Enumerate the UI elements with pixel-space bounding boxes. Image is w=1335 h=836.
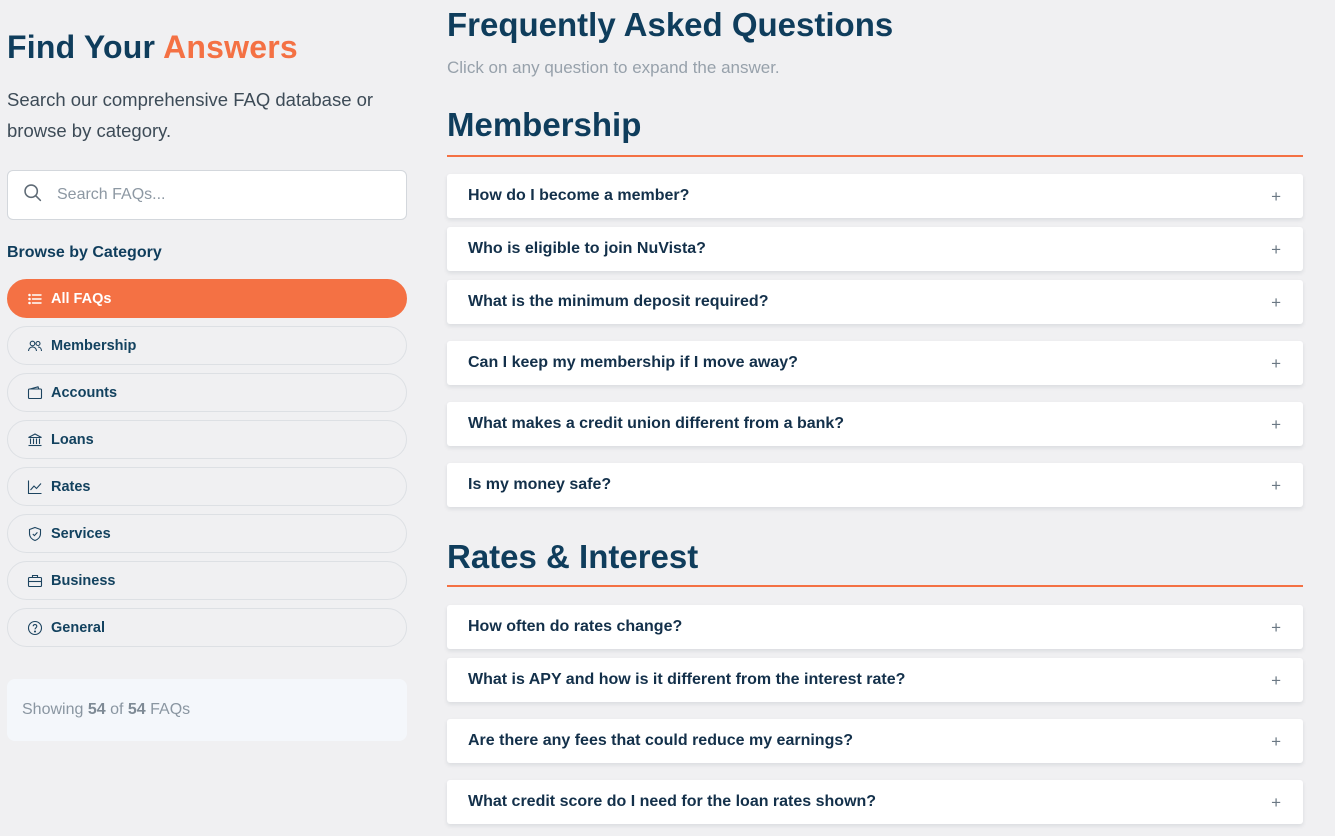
count-suffix: FAQs (150, 701, 191, 718)
search-box (7, 170, 407, 220)
question-text: How often do rates change? (468, 618, 683, 635)
category-membership[interactable]: Membership (7, 326, 407, 365)
faq-question[interactable]: Can I keep my membership if I move away?… (447, 341, 1303, 385)
count-shown: 54 (87, 701, 106, 718)
expand-plus-icon: + (1271, 617, 1281, 637)
search-icon (22, 182, 43, 208)
category-general[interactable]: General (7, 608, 407, 647)
trend-chart-icon (27, 479, 43, 495)
category-label: All FAQs (51, 290, 112, 307)
briefcase-icon (27, 573, 43, 589)
expand-plus-icon: + (1271, 353, 1281, 373)
category-label: Rates (51, 478, 91, 495)
category-business[interactable]: Business (7, 561, 407, 600)
expand-plus-icon: + (1271, 414, 1281, 434)
count-total: 54 (127, 701, 146, 718)
category-loans[interactable]: Loans (7, 420, 407, 459)
section-divider (447, 585, 1303, 587)
category-label: General (51, 619, 105, 636)
expand-plus-icon: + (1271, 186, 1281, 206)
faq-question[interactable]: What makes a credit union different from… (447, 402, 1303, 446)
count-of: of (110, 701, 124, 718)
faq-question[interactable]: What credit score do I need for the loan… (447, 780, 1303, 824)
page-subtitle: Click on any question to expand the answ… (447, 58, 780, 77)
page-title: Frequently Asked Questions (447, 6, 894, 43)
list-icon (27, 291, 43, 307)
sidebar-description: Search our comprehensive FAQ database or… (7, 89, 374, 141)
category-label: Membership (51, 337, 137, 354)
category-accounts[interactable]: Accounts (7, 373, 407, 412)
users-icon (27, 338, 43, 354)
category-label: Accounts (51, 384, 118, 401)
question-text: Who is eligible to join NuVista? (468, 240, 706, 257)
question-text: What is the minimum deposit required? (468, 293, 769, 310)
category-rates[interactable]: Rates (7, 467, 407, 506)
sidebar-title: Find Your Answers (7, 29, 298, 66)
faq-question[interactable]: Is my money safe? + (447, 463, 1303, 507)
expand-plus-icon: + (1271, 292, 1281, 312)
browse-heading: Browse by Category (7, 244, 162, 261)
category-label: Services (51, 525, 111, 542)
faq-count: Showing 54 of 54 FAQs (7, 679, 407, 741)
question-text: What makes a credit union different from… (468, 415, 845, 432)
count-prefix: Showing (22, 701, 84, 718)
question-text: What credit score do I need for the loan… (468, 793, 877, 810)
faq-question[interactable]: Who is eligible to join NuVista? + (447, 227, 1303, 271)
question-text: Can I keep my membership if I move away? (468, 354, 798, 371)
category-label: Loans (51, 431, 94, 448)
category-services[interactable]: Services (7, 514, 407, 553)
sidebar-title-accent: Answers (163, 29, 298, 65)
faq-question[interactable]: How often do rates change? + (447, 605, 1303, 649)
question-circle-icon (27, 620, 43, 636)
sidebar-title-prefix: Find Your (7, 29, 156, 65)
expand-plus-icon: + (1271, 239, 1281, 259)
question-text: Is my money safe? (468, 476, 612, 493)
question-text: Are there any fees that could reduce my … (468, 732, 854, 749)
question-text: What is APY and how is it different from… (468, 671, 906, 688)
expand-plus-icon: + (1271, 670, 1281, 690)
shield-icon (27, 526, 43, 542)
question-text: How do I become a member? (468, 187, 690, 204)
search-input[interactable] (57, 186, 377, 204)
category-all-faqs[interactable]: All FAQs (7, 279, 407, 318)
faq-question[interactable]: Are there any fees that could reduce my … (447, 719, 1303, 763)
expand-plus-icon: + (1271, 475, 1281, 495)
bank-icon (27, 432, 43, 448)
section-title-rates: Rates & Interest (447, 538, 699, 575)
category-list: All FAQs Membership Accounts Loans Rates… (7, 279, 407, 655)
faq-question[interactable]: How do I become a member? + (447, 174, 1303, 218)
expand-plus-icon: + (1271, 792, 1281, 812)
wallet-icon (27, 385, 43, 401)
category-label: Business (51, 572, 116, 589)
faq-question[interactable]: What is the minimum deposit required? + (447, 280, 1303, 324)
faq-question[interactable]: What is APY and how is it different from… (447, 658, 1303, 702)
expand-plus-icon: + (1271, 731, 1281, 751)
section-title-membership: Membership (447, 106, 642, 143)
section-divider (447, 155, 1303, 157)
